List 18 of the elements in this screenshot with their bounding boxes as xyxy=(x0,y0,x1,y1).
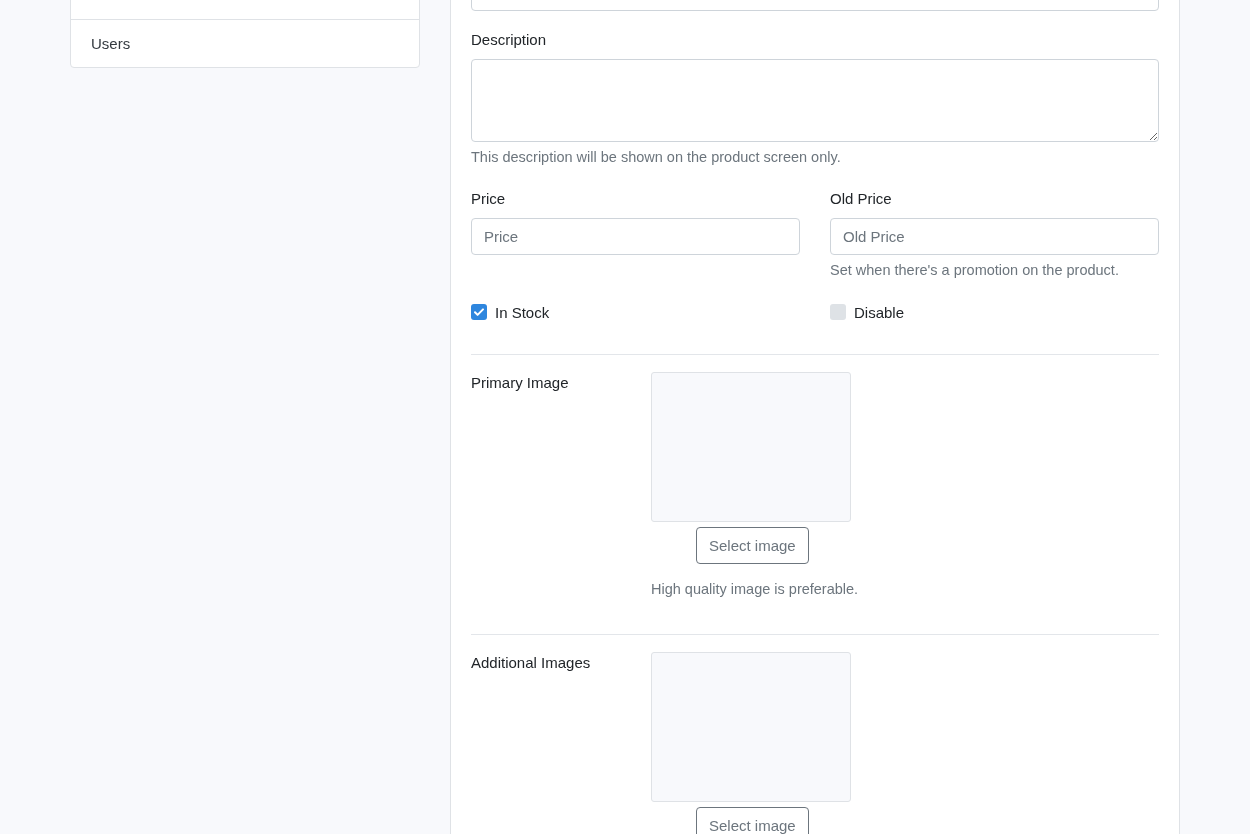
checkbox-label[interactable]: In Stock xyxy=(495,303,550,321)
field-label: Old Price xyxy=(830,189,893,209)
help-text: Set when there's a promotion on the product. xyxy=(830,261,1120,280)
checkbox-label[interactable]: Disable xyxy=(854,303,905,321)
sidebar-item[interactable]: Users xyxy=(71,20,419,67)
field-label: Additional Images xyxy=(471,653,592,673)
help-text: High quality image is preferable. xyxy=(651,580,859,599)
select-image-button[interactable]: Select image xyxy=(696,807,809,834)
description-field[interactable] xyxy=(471,59,1159,142)
select-image-button[interactable]: Select image xyxy=(696,527,809,564)
field-label: Description xyxy=(471,30,548,50)
help-text: This description will be shown on the product screen only. xyxy=(471,148,842,167)
old-price-field[interactable]: Old Price xyxy=(830,218,1159,255)
field-label: Primary Image xyxy=(471,373,570,393)
checkbox[interactable] xyxy=(830,304,846,320)
price-field[interactable]: Price xyxy=(471,218,800,255)
field-label: Price xyxy=(471,189,507,209)
checkbox[interactable] xyxy=(471,304,487,320)
